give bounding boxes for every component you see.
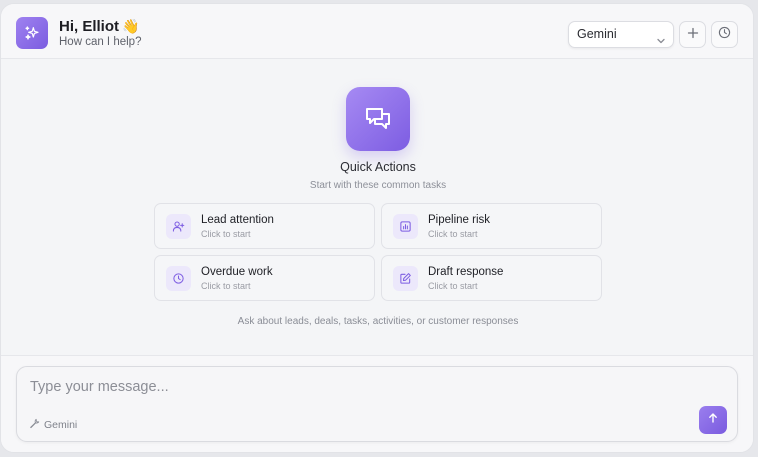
model-select-value: Gemini: [577, 27, 617, 41]
composer-area: Gemini: [1, 355, 753, 452]
quick-action-title: Lead attention: [201, 214, 274, 226]
chevron-down-icon: [656, 30, 666, 55]
quick-action-hint: Click to start: [201, 281, 251, 291]
plus-icon: [687, 26, 699, 44]
quick-actions-title: Quick Actions: [340, 160, 416, 174]
composer-model-tag: Gemini: [29, 418, 77, 432]
clock-icon: [718, 26, 731, 44]
quick-actions-subtitle: Start with these common tasks: [309, 180, 447, 191]
quick-action-hint: Click to start: [428, 229, 478, 239]
wrench-icon: [29, 418, 40, 432]
edit-icon: [393, 266, 418, 291]
quick-action-lead-attention[interactable]: Lead attention Click to start: [154, 203, 375, 249]
quick-action-draft-response[interactable]: Draft response Click to start: [381, 255, 602, 301]
assistant-panel: Hi, Elliot 👋 How can I help? Gemini Quick…: [0, 3, 754, 453]
greeting-subtitle: How can I help?: [59, 36, 142, 48]
arrow-up-icon: [707, 411, 719, 429]
quick-action-title: Overdue work: [201, 266, 273, 278]
quick-action-pipeline-risk[interactable]: Pipeline risk Click to start: [381, 203, 602, 249]
chat-bubbles-icon: [346, 87, 410, 151]
history-button[interactable]: [711, 21, 738, 48]
quick-action-overdue-work[interactable]: Overdue work Click to start: [154, 255, 375, 301]
quick-actions-hint: Ask about leads, deals, tasks, activitie…: [237, 316, 519, 327]
user-plus-icon: [166, 214, 191, 239]
greeting-title: Hi, Elliot 👋: [59, 18, 139, 35]
message-input[interactable]: [30, 376, 630, 398]
quick-action-title: Draft response: [428, 266, 504, 278]
send-button[interactable]: [699, 406, 727, 434]
header: Hi, Elliot 👋 How can I help? Gemini: [1, 4, 753, 59]
quick-action-hint: Click to start: [428, 281, 478, 291]
bar-chart-icon: [393, 214, 418, 239]
composer-model-label: Gemini: [44, 419, 78, 431]
new-chat-button[interactable]: [679, 21, 706, 48]
model-select[interactable]: Gemini: [568, 21, 674, 48]
wave-emoji: 👋: [122, 18, 140, 34]
message-composer: Gemini: [16, 366, 738, 442]
quick-action-title: Pipeline risk: [428, 214, 490, 226]
quick-action-hint: Click to start: [201, 229, 251, 239]
greeting-text: Hi, Elliot: [59, 18, 119, 35]
sparkles-icon: [16, 17, 48, 49]
clock-icon: [166, 266, 191, 291]
